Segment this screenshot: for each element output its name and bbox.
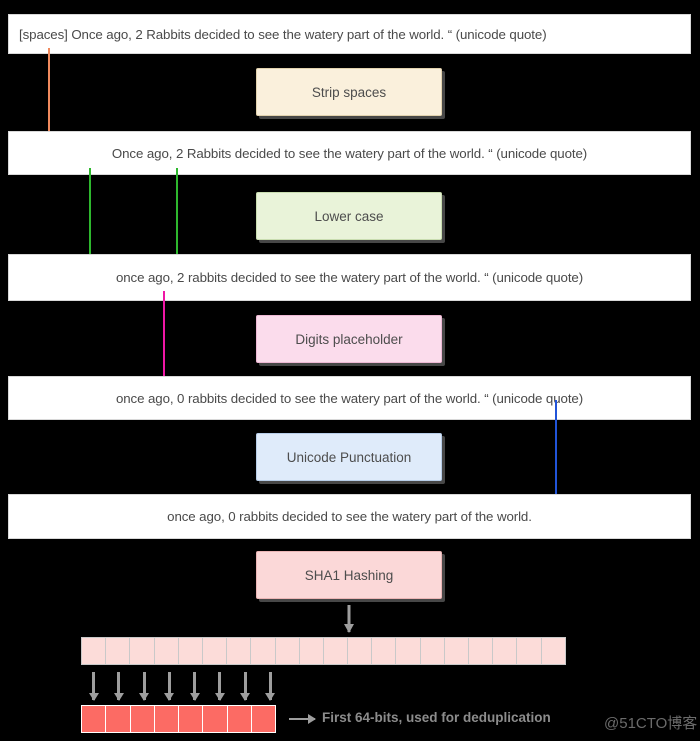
prefix-selection-arrow-head <box>88 693 99 701</box>
watermark: @51CTO博客 <box>604 715 698 732</box>
sha1-prefix-bar <box>81 705 283 733</box>
text-row-stripped-value: Once ago, 2 Rabbits decided to see the w… <box>111 145 588 161</box>
text-row-digits-replaced-value: once ago, 0 rabbits decided to see the w… <box>115 390 584 406</box>
digest-cell <box>347 637 373 665</box>
digest-cell <box>129 637 155 665</box>
prefix-caption: First 64-bits, used for deduplication <box>322 710 551 725</box>
step-strip-spaces[interactable]: Strip spaces <box>256 68 442 116</box>
digest-cell <box>177 637 203 665</box>
arrow-lower-case-rabbits-shaft <box>176 168 178 263</box>
prefix-selection-arrow-head <box>265 693 276 701</box>
step-strip-spaces-label: Strip spaces <box>311 84 387 100</box>
arrow-digits-placeholder-shaft <box>163 291 165 386</box>
diagram-canvas: [spaces] Once ago, 2 Rabbits decided to … <box>0 0 700 741</box>
digest-cell <box>468 637 494 665</box>
digest-cell <box>105 637 131 665</box>
digest-cell <box>274 637 300 665</box>
arrow-prefix-caption-head <box>308 714 316 724</box>
prefix-cell <box>202 705 228 733</box>
digest-cell <box>81 637 107 665</box>
digest-cell <box>540 637 566 665</box>
digest-cell <box>371 637 397 665</box>
text-row-punctuation-normalized-value: once ago, 0 rabbits decided to see the w… <box>167 509 532 524</box>
digest-cell <box>443 637 469 665</box>
text-row-digits-replaced: once ago, 0 rabbits decided to see the w… <box>8 376 691 420</box>
sha1-digest-bar <box>81 637 585 665</box>
step-sha1-hashing[interactable]: SHA1 Hashing <box>256 551 442 599</box>
text-row-original-value: [spaces] Once ago, 2 Rabbits decided to … <box>19 26 547 42</box>
prefix-cell <box>178 705 204 733</box>
step-digits-placeholder[interactable]: Digits placeholder <box>256 315 442 363</box>
step-lower-case-label: Lower case <box>314 208 384 224</box>
digest-cell <box>153 637 179 665</box>
digest-cell <box>516 637 542 665</box>
digest-cell <box>395 637 421 665</box>
prefix-cell <box>226 705 252 733</box>
prefix-cell <box>250 705 276 733</box>
digest-cell <box>419 637 445 665</box>
arrow-sha1-to-digest-head <box>344 624 354 633</box>
digest-cell <box>298 637 324 665</box>
digest-cell <box>250 637 276 665</box>
prefix-selection-arrow-head <box>113 693 124 701</box>
step-digits-placeholder-label: Digits placeholder <box>295 331 403 347</box>
arrow-lower-case-once-shaft <box>89 168 91 263</box>
prefix-selection-arrow-head <box>240 693 251 701</box>
digest-cell <box>226 637 252 665</box>
prefix-selection-arrow-head <box>214 693 225 701</box>
prefix-cell <box>105 705 131 733</box>
digest-cell <box>492 637 518 665</box>
prefix-cell <box>81 705 107 733</box>
text-row-stripped: Once ago, 2 Rabbits decided to see the w… <box>8 131 691 175</box>
step-unicode-punctuation[interactable]: Unicode Punctuation <box>256 433 442 481</box>
prefix-selection-arrows <box>81 672 585 701</box>
text-row-punctuation-normalized: once ago, 0 rabbits decided to see the w… <box>8 494 691 539</box>
prefix-selection-arrow-head <box>189 693 200 701</box>
digest-cell <box>322 637 349 665</box>
prefix-selection-arrow-head <box>139 693 150 701</box>
prefix-cell <box>153 705 179 733</box>
prefix-selection-arrow-head <box>164 693 175 701</box>
text-row-original: [spaces] Once ago, 2 Rabbits decided to … <box>8 14 691 54</box>
step-unicode-punctuation-label: Unicode Punctuation <box>286 449 412 465</box>
step-sha1-hashing-label: SHA1 Hashing <box>304 567 394 583</box>
digest-cell <box>201 637 228 665</box>
prefix-cell <box>129 705 155 733</box>
text-row-lowercased-value: once ago, 2 rabbits decided to see the w… <box>115 270 584 285</box>
step-lower-case[interactable]: Lower case <box>256 192 442 240</box>
text-row-lowercased: once ago, 2 rabbits decided to see the w… <box>8 254 691 301</box>
arrow-unicode-punctuation-shaft <box>555 400 557 508</box>
